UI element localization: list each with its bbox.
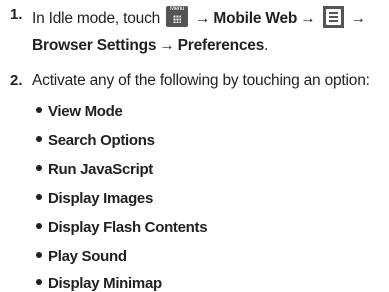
mobile-web-label: Mobile Web xyxy=(213,10,298,27)
option-label: Run JavaScript xyxy=(48,161,154,178)
list-item: Run JavaScript xyxy=(36,161,153,178)
bullet-icon xyxy=(36,107,42,113)
step-1-line-1: In Idle mode, touch Menu → Mobile Web → → xyxy=(32,6,369,28)
browser-settings-label: Browser Settings xyxy=(32,37,157,54)
bullet-icon xyxy=(36,223,42,229)
option-label: Play Sound xyxy=(48,248,127,265)
bullet-icon xyxy=(36,252,42,258)
arrow: → xyxy=(159,37,175,54)
step-2-text: Activate any of the following by touchin… xyxy=(32,72,370,89)
arrow: → xyxy=(350,10,367,27)
menu-key-label: Menu xyxy=(169,6,185,12)
option-label: View Mode xyxy=(48,103,123,120)
list-item: Search Options xyxy=(36,132,155,149)
list-item: View Mode xyxy=(36,103,123,120)
menu-key-icon: Menu xyxy=(166,6,189,27)
list-item: Display Flash Contents xyxy=(36,219,208,236)
list-item: Play Sound xyxy=(36,248,127,265)
option-label: Search Options xyxy=(48,132,155,149)
options-menu-icon xyxy=(322,6,344,28)
option-label: Display Minimap xyxy=(48,275,162,292)
bullet-icon xyxy=(36,136,42,142)
bullet-icon xyxy=(36,165,42,171)
list-item: Display Minimap xyxy=(36,275,162,292)
step-1-prefix: In Idle mode, touch xyxy=(32,10,161,27)
bullet-icon xyxy=(36,194,42,200)
period: . xyxy=(264,37,269,54)
list-item: Display Images xyxy=(36,190,153,207)
step-1-line-2: Browser Settings → Preferences. xyxy=(32,37,268,55)
preferences-label: Preferences xyxy=(177,37,265,54)
step-number: 2. xyxy=(10,72,23,89)
option-label: Display Flash Contents xyxy=(48,219,208,236)
arrow: → xyxy=(195,10,211,27)
step-number: 1. xyxy=(10,6,23,23)
bullet-icon xyxy=(36,279,42,285)
arrow: → xyxy=(300,10,316,27)
option-label: Display Images xyxy=(48,190,154,207)
